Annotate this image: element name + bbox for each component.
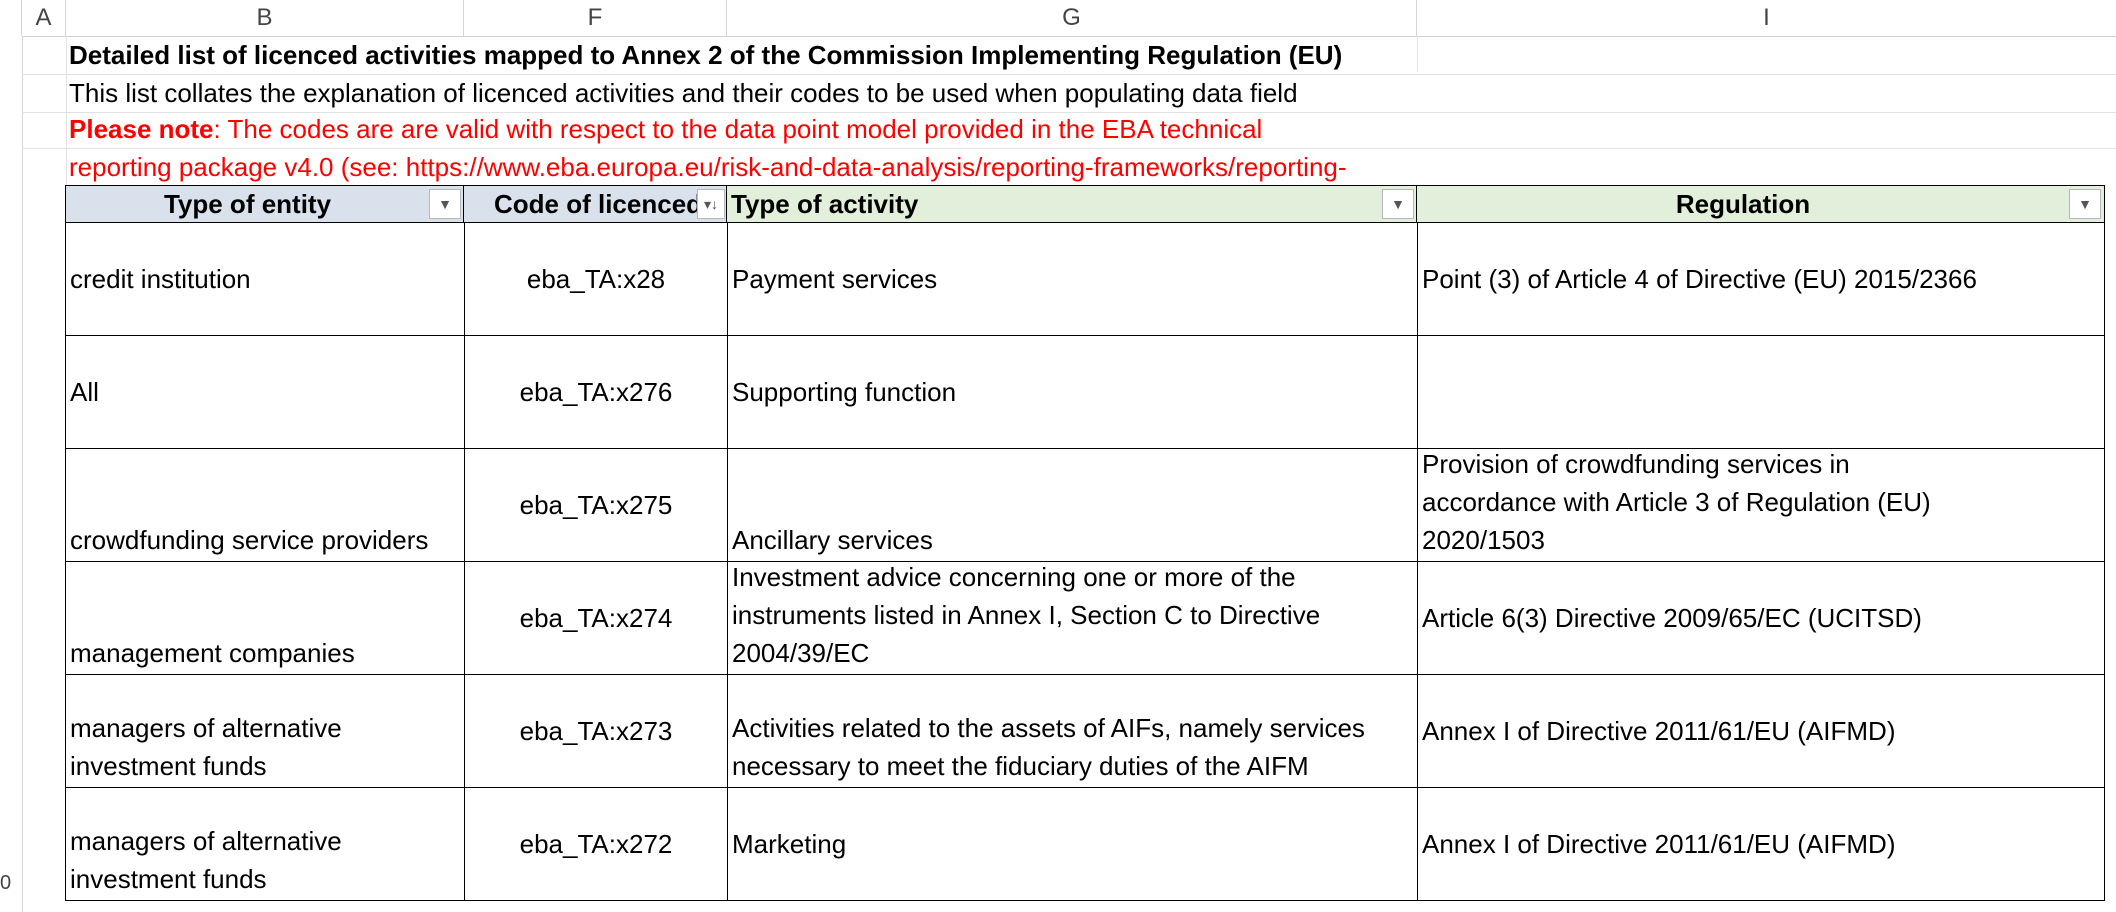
- column-header-a[interactable]: A: [22, 0, 66, 36]
- sort-filter-icon[interactable]: ▾↓: [697, 189, 725, 219]
- header-code-of-licenced[interactable]: Code of licenced ▾↓: [463, 185, 728, 223]
- cell-text-line: investment funds: [70, 751, 267, 781]
- cell-text-line: crowdfunding service providers: [70, 525, 429, 555]
- cell-text-line: Marketing: [732, 829, 847, 859]
- cell-code[interactable]: eba_TA:x275: [465, 449, 728, 562]
- cell-text-line: Investment advice concerning one or more…: [732, 562, 1296, 592]
- cell-text-line: Provision of crowdfunding services in: [1422, 449, 1850, 479]
- cell-text-line: Article 6(3) Directive 2009/65/EC (UCITS…: [1422, 603, 1922, 633]
- cell-text-line: All: [70, 377, 99, 407]
- grid-line: [22, 74, 2116, 75]
- cell-regulation[interactable]: Point (3) of Article 4 of Directive (EU)…: [1418, 223, 2105, 336]
- sheet-description: This list collates the explanation of li…: [69, 78, 1298, 108]
- header-type-of-activity[interactable]: Type of activity ▼: [726, 185, 1418, 223]
- cell-code[interactable]: eba_TA:x276: [465, 336, 728, 449]
- header-regulation[interactable]: Regulation ▼: [1416, 185, 2105, 223]
- header-label: Type of entity: [163, 188, 332, 219]
- cell-text-line: credit institution: [70, 264, 251, 294]
- cell-text-line: 2020/1503: [1422, 525, 1545, 555]
- column-header-f[interactable]: F: [464, 0, 727, 36]
- grid-line: [1417, 36, 1418, 72]
- cell-type-of-entity[interactable]: crowdfunding service providers: [65, 449, 465, 562]
- cell-type-of-activity[interactable]: Supporting function: [728, 336, 1418, 449]
- grid-line: [22, 148, 2116, 149]
- cell-type-of-activity[interactable]: Investment advice concerning one or more…: [728, 562, 1418, 675]
- cell-text-line: investment funds: [70, 864, 267, 894]
- grid-line: [66, 36, 67, 185]
- cell-type-of-entity[interactable]: managers of alternative investment funds: [65, 788, 465, 901]
- filter-dropdown-icon[interactable]: ▼: [429, 189, 461, 219]
- cell-text-line: managers of alternative: [70, 713, 342, 743]
- cell-text-line: eba_TA:x28: [526, 264, 666, 294]
- cell-code[interactable]: eba_TA:x273: [465, 675, 728, 788]
- cell-type-of-activity[interactable]: Payment services: [728, 223, 1418, 336]
- filter-dropdown-icon[interactable]: ▼: [1382, 189, 1414, 219]
- cell-regulation[interactable]: Annex I of Directive 2011/61/EU (AIFMD): [1418, 788, 2105, 901]
- cell-type-of-entity[interactable]: credit institution: [65, 223, 465, 336]
- cell-text-line: managers of alternative: [70, 826, 342, 856]
- cell-type-of-entity[interactable]: managers of alternative investment funds: [65, 675, 465, 788]
- row-header-gutter: 0: [0, 36, 23, 912]
- cell-text-line: eba_TA:x274: [519, 603, 673, 633]
- cell-text-line: Ancillary services: [732, 525, 933, 555]
- cell-text-line: eba_TA:x276: [519, 377, 673, 407]
- cell-regulation[interactable]: Annex I of Directive 2011/61/EU (AIFMD): [1418, 675, 2105, 788]
- column-header-g[interactable]: G: [727, 0, 1417, 36]
- cell-text-line: Supporting function: [732, 377, 957, 407]
- filter-dropdown-icon[interactable]: ▼: [2069, 189, 2101, 219]
- cell-type-of-activity[interactable]: Ancillary services: [728, 449, 1418, 562]
- cell-code[interactable]: eba_TA:x274: [465, 562, 728, 675]
- cell-text-line: eba_TA:x275: [519, 490, 673, 520]
- cell-code[interactable]: eba_TA:x272: [465, 788, 728, 901]
- note-text: : The codes are are valid with respect t…: [213, 114, 1263, 144]
- cell-text-line: 2004/39/EC: [732, 638, 870, 668]
- cell-text-line: instruments listed in Annex I, Section C…: [732, 600, 1321, 630]
- cell-code[interactable]: eba_TA:x28: [465, 223, 728, 336]
- cell-text-line: management companies: [70, 638, 355, 668]
- cell-text-line: Payment services: [732, 264, 938, 294]
- note-line-1: Please note: The codes are are valid wit…: [69, 114, 1262, 145]
- column-header-b[interactable]: B: [66, 0, 464, 36]
- cell-regulation[interactable]: Article 6(3) Directive 2009/65/EC (UCITS…: [1418, 562, 2105, 675]
- header-type-of-entity[interactable]: Type of entity ▼: [65, 185, 465, 223]
- cell-type-of-activity[interactable]: Activities related to the assets of AIFs…: [728, 675, 1418, 788]
- header-label: Code of licenced: [494, 188, 697, 219]
- cell-text-line: Annex I of Directive 2011/61/EU (AIFMD): [1422, 716, 1896, 746]
- column-header-i[interactable]: I: [1417, 0, 2116, 36]
- sheet-heading: Detailed list of licenced activities map…: [69, 40, 1343, 70]
- cell-text-line: necessary to meet the fiduciary duties o…: [732, 751, 1309, 781]
- cell-regulation[interactable]: Provision of crowdfunding services in acc…: [1418, 449, 2105, 562]
- cell-text-line: Annex I of Directive 2011/61/EU (AIFMD): [1422, 829, 1896, 859]
- cell-regulation[interactable]: [1418, 336, 2105, 449]
- note-line-2: reporting package v4.0 (see: https://www…: [69, 152, 1347, 182]
- cell-text-line: eba_TA:x272: [519, 829, 673, 859]
- cell-text-line: accordance with Article 3 of Regulation …: [1422, 487, 1931, 517]
- cell-type-of-activity[interactable]: Marketing: [728, 788, 1418, 901]
- cell-text-line: Activities related to the assets of AIFs…: [732, 713, 1365, 743]
- header-label: Type of activity: [731, 188, 919, 219]
- header-label: Regulation: [1675, 188, 1811, 219]
- grid-line: [22, 112, 2116, 113]
- cell-type-of-entity[interactable]: All: [65, 336, 465, 449]
- select-all-corner[interactable]: [0, 0, 22, 36]
- cell-type-of-entity[interactable]: management companies: [65, 562, 465, 675]
- note-label: Please note: [69, 114, 214, 144]
- spreadsheet-grid: A B F G I 0 Detailed list of licenced ac…: [0, 0, 2116, 912]
- cell-text-line: Point (3) of Article 4 of Directive (EU)…: [1422, 264, 1977, 294]
- row-number[interactable]: 0: [0, 872, 22, 895]
- cell-text-line: eba_TA:x273: [519, 716, 673, 746]
- column-header-row: A B F G I: [0, 0, 2116, 37]
